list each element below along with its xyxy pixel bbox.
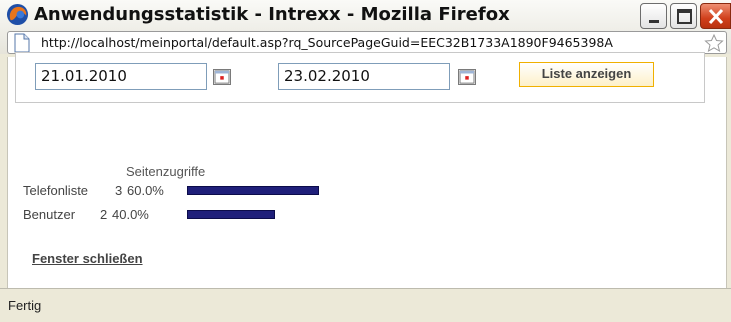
bar-percent: 40.0% — [112, 207, 149, 222]
date-from-input[interactable]: 21.01.2010 — [35, 63, 207, 90]
status-bar: Fertig — [0, 288, 731, 322]
bar-percent: 60.0% — [127, 183, 164, 198]
address-bar[interactable]: http://localhost/meinportal/default.asp?… — [7, 31, 727, 54]
bar — [187, 186, 319, 195]
date-to-input[interactable]: 23.02.2010 — [278, 63, 450, 90]
window-title: Anwendungsstatistik - Intrexx - Mozilla … — [34, 4, 510, 25]
minimize-icon — [649, 20, 659, 23]
page-views-chart: Telefonliste 3 60.0% Benutzer 2 40.0% — [23, 180, 353, 230]
show-list-button[interactable]: Liste anzeigen — [519, 62, 654, 87]
date-filter-box: 21.01.2010 23.02.2010 Liste anzeigen — [15, 52, 705, 103]
title-bar: Anwendungsstatistik - Intrexx - Mozilla … — [0, 0, 731, 54]
close-window-button[interactable] — [700, 3, 731, 29]
browser-window: Anwendungsstatistik - Intrexx - Mozilla … — [0, 0, 731, 322]
status-text: Fertig — [8, 298, 42, 313]
maximize-button[interactable] — [670, 3, 697, 29]
chart-title: Seitenzugriffe — [126, 164, 206, 179]
page-icon — [14, 33, 30, 53]
url-text: http://localhost/meinportal/default.asp?… — [41, 35, 613, 50]
calendar-icon[interactable] — [458, 69, 476, 85]
close-icon — [708, 8, 724, 25]
bar-label: Telefonliste — [23, 183, 89, 198]
minimize-button[interactable] — [640, 3, 667, 29]
close-window-link[interactable]: Fenster schließen — [32, 251, 143, 266]
bar-label: Benutzer — [23, 207, 76, 222]
calendar-icon[interactable] — [213, 69, 231, 85]
bookmark-star-icon[interactable] — [704, 34, 724, 52]
bar-count: 3 — [115, 183, 123, 198]
maximize-icon — [677, 9, 692, 24]
bar — [187, 210, 275, 219]
bar-count: 2 — [100, 207, 108, 222]
firefox-icon — [6, 3, 29, 26]
